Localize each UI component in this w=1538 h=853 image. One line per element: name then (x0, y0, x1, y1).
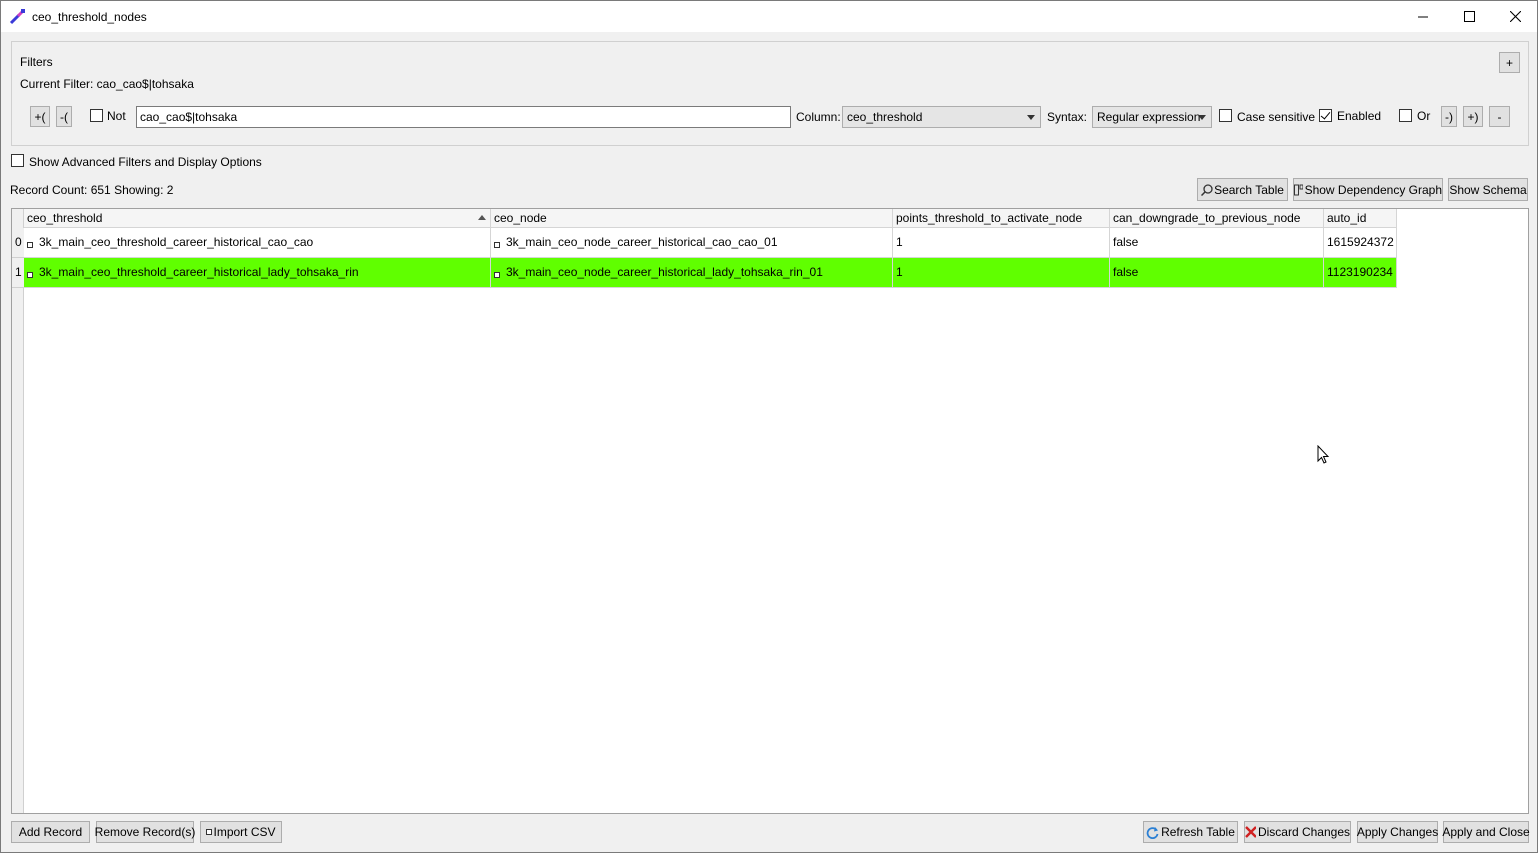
import-icon (206, 829, 213, 835)
not-label: Not (107, 109, 126, 123)
minimize-button[interactable] (1400, 1, 1446, 32)
case-sensitive-checkbox[interactable] (1219, 109, 1232, 122)
link-icon[interactable] (27, 272, 33, 278)
sort-ascending-icon (478, 215, 486, 220)
apply-changes-button[interactable]: Apply Changes (1357, 821, 1438, 843)
remove-paren-button[interactable]: -( (56, 106, 72, 127)
table-cell[interactable]: 3k_main_ceo_node_career_historical_cao_c… (491, 228, 893, 258)
filter-input[interactable] (136, 106, 791, 128)
not-checkbox[interactable] (90, 109, 103, 122)
remove-filter-button[interactable]: - (1489, 106, 1510, 127)
cell-text: 3k_main_ceo_node_career_historical_lady_… (506, 265, 823, 279)
main-window: ceo_threshold_nodes Filters + Current Fi… (0, 0, 1538, 853)
table-cell[interactable]: 1 (893, 258, 1110, 288)
column-header-ceo-node[interactable]: ceo_node (491, 209, 893, 228)
column-select[interactable]: ceo_threshold (842, 106, 1041, 128)
link-icon[interactable] (494, 272, 500, 278)
row-header-column (12, 209, 24, 813)
advanced-options-checkbox[interactable] (11, 154, 24, 167)
close-button[interactable] (1492, 1, 1538, 32)
cell-text: 3k_main_ceo_threshold_career_historical_… (39, 235, 314, 249)
link-icon[interactable] (494, 242, 500, 248)
refresh-table-button[interactable]: Refresh Table (1143, 821, 1238, 843)
column-header-auto-id[interactable]: auto_id (1324, 209, 1397, 228)
enabled-checkbox[interactable] (1319, 109, 1332, 122)
maximize-button[interactable] (1446, 1, 1492, 32)
show-dependency-graph-label: Show Dependency Graph (1304, 182, 1442, 197)
search-table-button[interactable]: Search Table (1197, 178, 1288, 201)
add-filter-button[interactable]: + (1499, 52, 1520, 73)
enabled-label: Enabled (1337, 109, 1382, 123)
mouse-cursor-icon (1317, 445, 1330, 464)
syntax-label: Syntax: (1047, 110, 1088, 124)
syntax-select[interactable]: Regular expression (1092, 106, 1212, 128)
apply-and-close-button[interactable]: Apply and Close (1442, 821, 1530, 843)
open-paren-button[interactable]: +( (30, 106, 50, 127)
close-icon (1509, 11, 1521, 22)
refresh-icon (1146, 826, 1159, 839)
case-sensitive-label: Case sensitive (1237, 110, 1316, 124)
or-label: Or (1417, 109, 1431, 123)
record-count-text: Record Count: 651 Showing: 2 (10, 183, 174, 197)
table-cell[interactable]: 3k_main_ceo_threshold_career_historical_… (24, 258, 491, 288)
title-bar: ceo_threshold_nodes (1, 1, 1537, 32)
cell-text: 3k_main_ceo_threshold_career_historical_… (39, 265, 359, 279)
window-title: ceo_threshold_nodes (32, 10, 147, 24)
table-cell[interactable]: 3k_main_ceo_threshold_career_historical_… (24, 228, 491, 258)
table-cell[interactable]: 3k_main_ceo_node_career_historical_lady_… (491, 258, 893, 288)
records-table[interactable]: ceo_threshold ceo_node points_threshold_… (11, 208, 1529, 814)
table-cell[interactable]: 1 (893, 228, 1110, 258)
app-icon (9, 8, 26, 25)
minimize-icon (1418, 16, 1428, 17)
add-record-button[interactable]: Add Record (11, 821, 90, 843)
close-paren-minus-button[interactable]: -) (1441, 106, 1457, 127)
filters-group: Filters + Current Filter: cao_cao$|tohsa… (11, 41, 1529, 146)
advanced-options-label: Show Advanced Filters and Display Option… (29, 155, 262, 169)
or-checkbox[interactable] (1399, 109, 1412, 122)
table-cell[interactable]: false (1110, 258, 1324, 288)
discard-changes-label: Discard Changes (1257, 825, 1350, 839)
column-header-points-threshold[interactable]: points_threshold_to_activate_node (893, 209, 1110, 228)
column-header-ceo-threshold[interactable]: ceo_threshold (24, 209, 491, 228)
search-table-label: Search Table (1214, 182, 1284, 197)
table-cell[interactable]: false (1110, 228, 1324, 258)
table-cell[interactable]: 1615924372 (1324, 228, 1397, 258)
refresh-table-label: Refresh Table (1161, 825, 1235, 839)
cell-text: 3k_main_ceo_node_career_historical_cao_c… (506, 235, 778, 249)
search-icon (1201, 183, 1213, 196)
column-header-can-downgrade[interactable]: can_downgrade_to_previous_node (1110, 209, 1324, 228)
import-csv-label: Import CSV (213, 825, 276, 839)
syntax-select-value: Regular expression (1097, 110, 1201, 124)
current-filter-text: Current Filter: cao_cao$|tohsaka (20, 77, 194, 91)
filters-label: Filters (20, 55, 53, 69)
discard-changes-button[interactable]: Discard Changes (1244, 821, 1351, 843)
column-header-label: ceo_threshold (27, 211, 103, 225)
show-dependency-graph-button[interactable]: Show Dependency Graph (1293, 178, 1443, 201)
chevron-down-icon (1027, 115, 1035, 120)
column-select-value: ceo_threshold (847, 110, 923, 124)
row-number[interactable]: 1 (12, 258, 24, 288)
close-paren-plus-button[interactable]: +) (1463, 106, 1483, 127)
discard-icon (1245, 826, 1256, 838)
maximize-icon (1463, 11, 1475, 22)
show-schema-button[interactable]: Show Schema (1448, 178, 1528, 201)
row-number[interactable]: 0 (12, 228, 24, 258)
table-cell[interactable]: 1123190234 (1324, 258, 1397, 288)
graph-icon (1294, 184, 1303, 195)
remove-records-button[interactable]: Remove Record(s) (95, 821, 195, 843)
import-csv-button[interactable]: Import CSV (200, 821, 282, 843)
link-icon[interactable] (27, 242, 33, 248)
chevron-down-icon (1198, 115, 1206, 120)
column-label: Column: (796, 110, 841, 124)
